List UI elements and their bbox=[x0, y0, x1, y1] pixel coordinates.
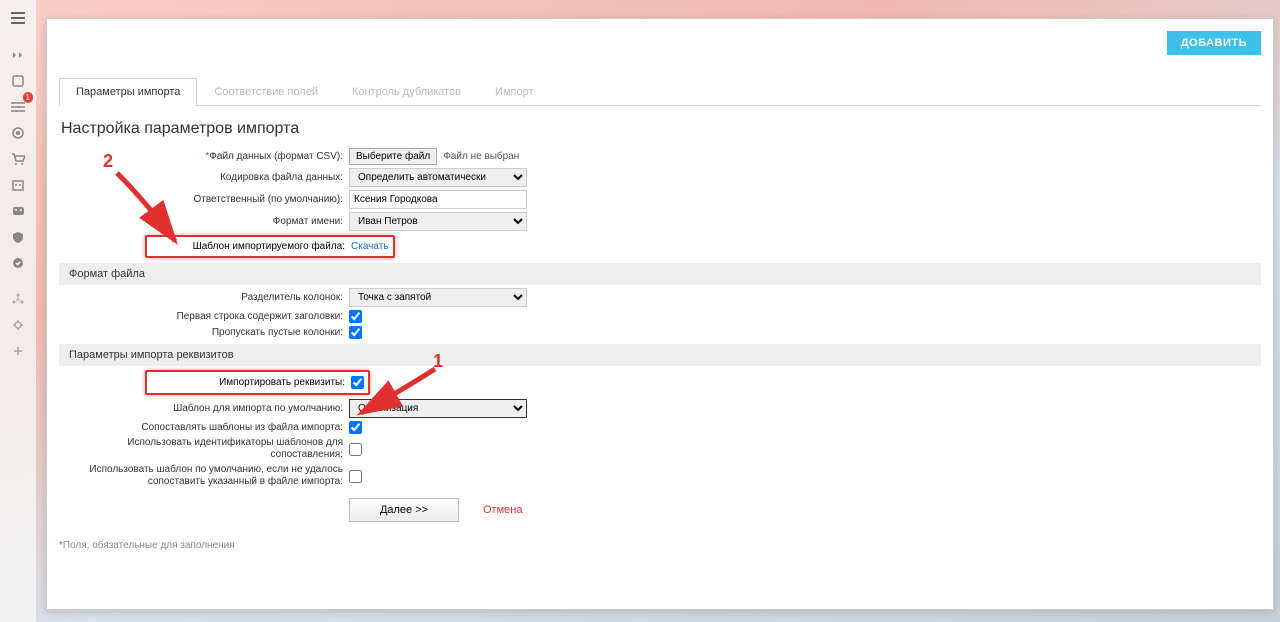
name-format-label: Формат имени: bbox=[59, 216, 349, 227]
nav-item-2[interactable] bbox=[6, 69, 30, 93]
section-file-format: Формат файла bbox=[59, 263, 1261, 285]
skip-empty-checkbox[interactable] bbox=[349, 326, 362, 339]
nav-item-9[interactable] bbox=[6, 251, 30, 275]
responsible-input[interactable] bbox=[349, 190, 527, 209]
fallback-tpl-label: Использовать шаблон по умолчанию, если н… bbox=[59, 464, 349, 488]
first-row-label: Первая строка содержит заголовки: bbox=[59, 311, 349, 322]
tab-import[interactable]: Импорт bbox=[478, 78, 550, 106]
tab-duplicate-control[interactable]: Контроль дубликатов bbox=[335, 78, 478, 106]
main-panel: ДОБАВИТЬ Параметры импорта Соответствие … bbox=[46, 18, 1274, 610]
nav-item-3[interactable]: 1 bbox=[6, 95, 30, 119]
encoding-select[interactable]: Определить автоматически bbox=[349, 168, 527, 187]
use-ids-checkbox[interactable] bbox=[349, 443, 362, 456]
separator-label: Разделитель колонок: bbox=[59, 292, 349, 303]
default-tpl-label: Шаблон для импорта по умолчанию: bbox=[59, 403, 349, 414]
nav-item-8[interactable] bbox=[6, 225, 30, 249]
default-tpl-select[interactable]: Организация bbox=[349, 399, 527, 418]
choose-file-button[interactable]: Выберите файл bbox=[349, 148, 437, 165]
nav-item-4[interactable] bbox=[6, 121, 30, 145]
match-templates-label: Сопоставлять шаблоны из файла импорта: bbox=[59, 422, 349, 433]
nav-item-sitemap[interactable] bbox=[6, 287, 30, 311]
download-template-link[interactable]: Скачать bbox=[351, 241, 389, 252]
required-footnote: *Поля, обязательные для заполнения bbox=[59, 540, 1261, 551]
match-templates-checkbox[interactable] bbox=[349, 421, 362, 434]
name-format-select[interactable]: Иван Петров bbox=[349, 212, 527, 231]
hamburger-icon[interactable] bbox=[6, 6, 30, 30]
tab-field-mapping[interactable]: Соответствие полей bbox=[197, 78, 335, 106]
nav-item-add[interactable] bbox=[6, 339, 30, 363]
cancel-link[interactable]: Отмена bbox=[483, 504, 522, 516]
tab-import-params[interactable]: Параметры импорта bbox=[59, 78, 197, 106]
nav-item-7[interactable] bbox=[6, 199, 30, 223]
file-label: *Файл данных (формат CSV): bbox=[59, 151, 349, 162]
nav-item-settings[interactable] bbox=[6, 313, 30, 337]
first-row-checkbox[interactable] bbox=[349, 310, 362, 323]
use-ids-label: Использовать идентификаторы шаблонов для… bbox=[59, 437, 349, 461]
import-req-checkbox[interactable] bbox=[351, 376, 364, 389]
page-title: Настройка параметров импорта bbox=[61, 120, 1259, 138]
fallback-tpl-checkbox[interactable] bbox=[349, 470, 362, 483]
nav-item-cart[interactable] bbox=[6, 147, 30, 171]
section-requisites: Параметры импорта реквизитов bbox=[59, 344, 1261, 366]
template-file-label: Шаблон импортируемого файла: bbox=[151, 241, 351, 252]
file-status: Файл не выбран bbox=[443, 151, 519, 162]
nav-item-1[interactable] bbox=[6, 43, 30, 67]
tabs: Параметры импорта Соответствие полей Кон… bbox=[59, 77, 1261, 106]
template-file-highlight: Шаблон импортируемого файла: Скачать bbox=[145, 235, 395, 258]
next-button[interactable]: Далее >> bbox=[349, 498, 459, 522]
encoding-label: Кодировка файла данных: bbox=[59, 172, 349, 183]
left-sidebar: 1 bbox=[0, 0, 36, 622]
import-requisites-highlight: Импортировать реквизиты: bbox=[145, 370, 370, 395]
nav-item-6[interactable] bbox=[6, 173, 30, 197]
separator-select[interactable]: Точка с запятой bbox=[349, 288, 527, 307]
add-button[interactable]: ДОБАВИТЬ bbox=[1167, 31, 1261, 55]
import-req-label: Импортировать реквизиты: bbox=[151, 377, 351, 388]
responsible-label: Ответственный (по умолчанию): bbox=[59, 194, 349, 205]
nav-badge: 1 bbox=[23, 92, 33, 103]
skip-empty-label: Пропускать пустые колонки: bbox=[59, 327, 349, 338]
